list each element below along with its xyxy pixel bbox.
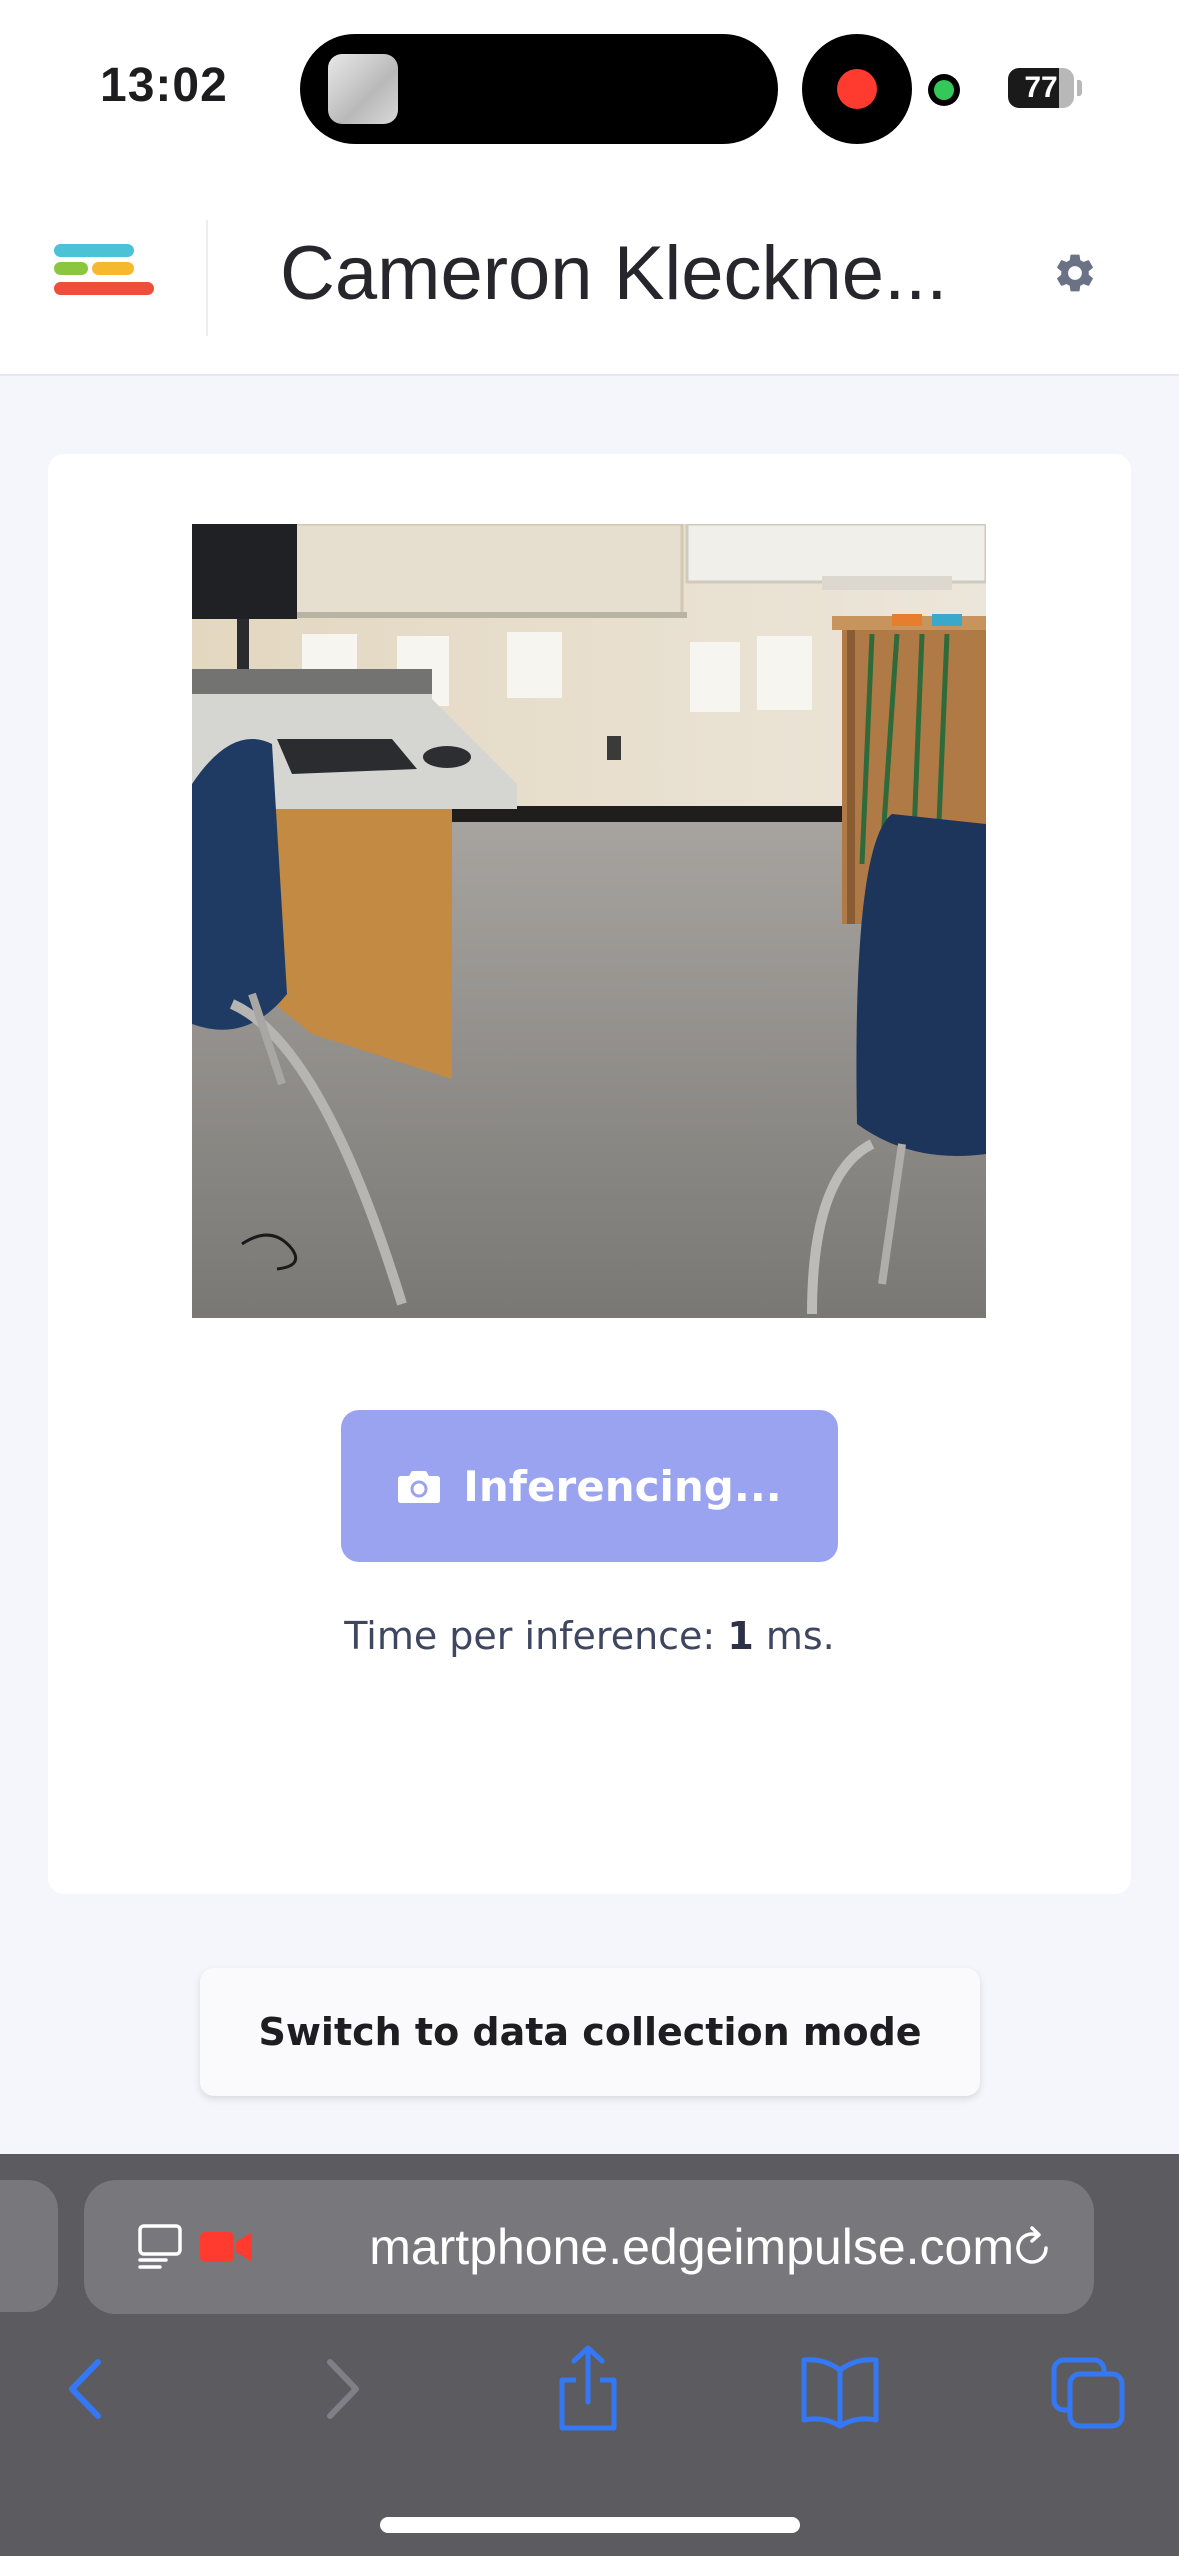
screen-recording-indicator[interactable] [802, 34, 912, 144]
bookmarks-icon[interactable] [800, 2344, 880, 2434]
timing-value: 1 [727, 1614, 754, 1658]
browser-toolbar [0, 2344, 1179, 2454]
camera-in-use-icon [928, 74, 960, 106]
live-activity-thumbnail [328, 54, 398, 124]
header-divider [206, 220, 208, 336]
forward-icon[interactable] [300, 2344, 380, 2434]
reader-icon[interactable] [136, 2222, 186, 2272]
app-header: Cameron Kleckne... [0, 180, 1179, 376]
gear-icon[interactable] [1052, 250, 1098, 296]
reload-icon[interactable] [1008, 2224, 1056, 2272]
dynamic-island[interactable] [300, 34, 778, 144]
status-time: 13:02 [100, 59, 228, 112]
camera-icon [398, 1471, 441, 1503]
switch-mode-label: Switch to data collection mode [258, 2010, 922, 2054]
inference-card: Inferencing... Time per inference: 1 ms. [48, 454, 1131, 1894]
previous-tab-preview[interactable] [0, 2180, 58, 2312]
timing-prefix: Time per inference: [344, 1614, 728, 1658]
project-title: Cameron Kleckne... [280, 231, 948, 316]
record-dot-icon [837, 69, 877, 109]
timing-suffix: ms. [753, 1614, 835, 1658]
status-bar: 13:02 77 [0, 0, 1179, 180]
inferencing-button-label: Inferencing... [463, 1461, 782, 1511]
tabs-icon[interactable] [1048, 2344, 1128, 2434]
camera-preview [192, 524, 986, 1318]
home-indicator[interactable] [380, 2517, 800, 2533]
time-per-inference: Time per inference: 1 ms. [48, 1614, 1131, 1658]
share-icon[interactable] [548, 2344, 628, 2434]
camera-feed-image [192, 524, 986, 1318]
back-icon[interactable] [48, 2344, 128, 2434]
inferencing-button[interactable]: Inferencing... [341, 1410, 838, 1562]
battery-icon: 77 [1008, 68, 1074, 108]
battery-percent: 77 [1024, 71, 1058, 104]
edge-impulse-logo-icon[interactable] [52, 242, 156, 312]
battery-cap [1077, 80, 1082, 96]
switch-to-data-collection-button[interactable]: Switch to data collection mode [200, 1968, 980, 2096]
address-bar[interactable]: martphone.edgeimpulse.com [84, 2180, 1094, 2314]
camera-recording-icon[interactable] [198, 2228, 254, 2266]
url-text: martphone.edgeimpulse.com [369, 2219, 1014, 2275]
browser-bottom-bar: martphone.edgeimpulse.com [0, 2154, 1179, 2556]
